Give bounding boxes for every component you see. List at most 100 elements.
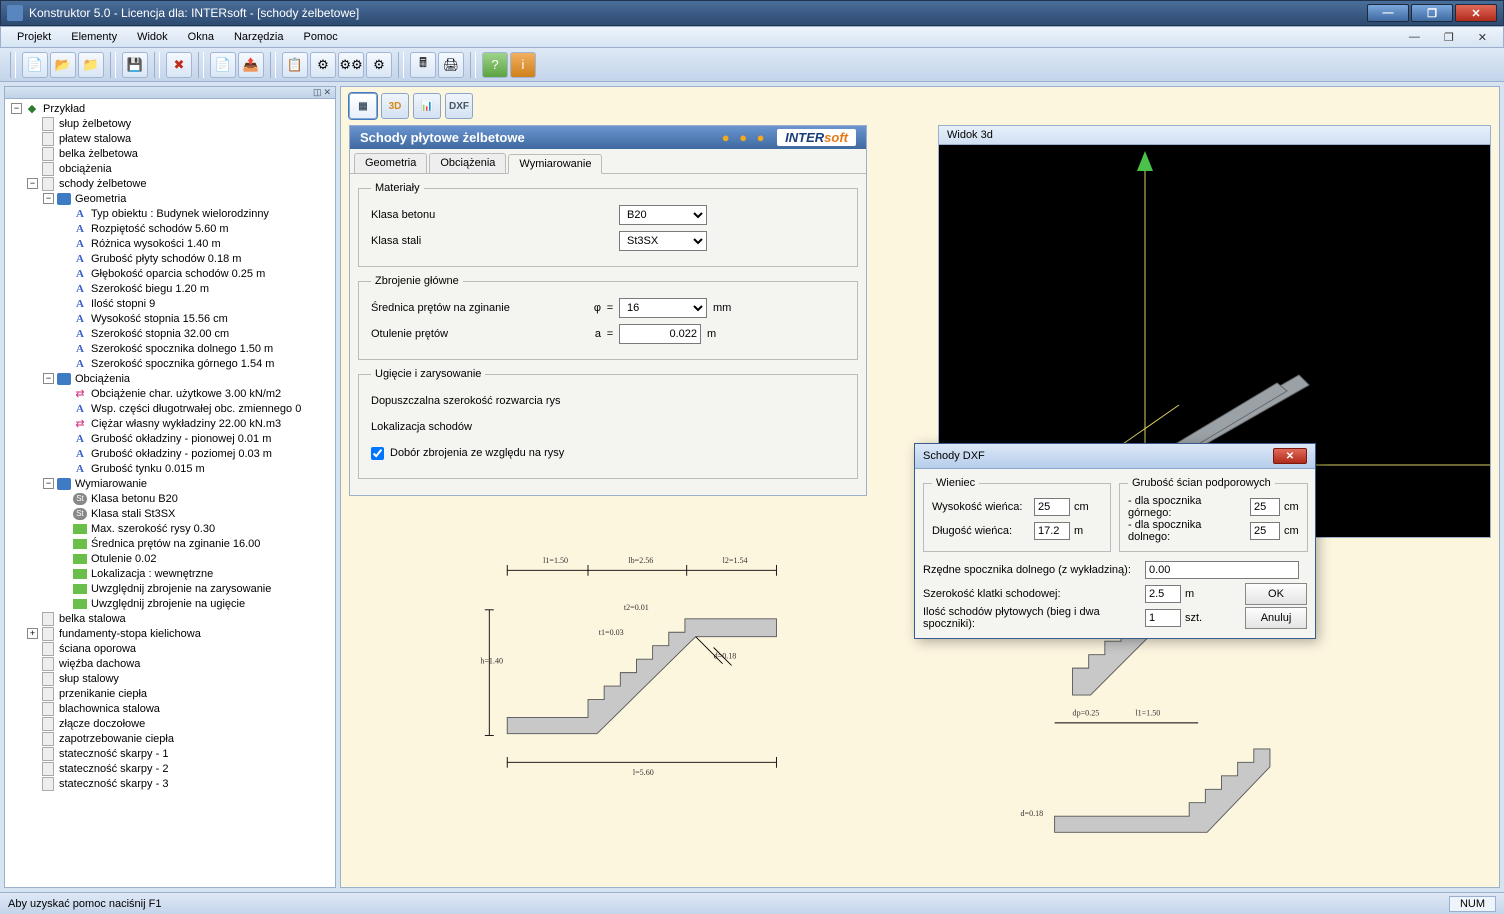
gear-icon-3[interactable]: ⚙ [366, 52, 392, 78]
tree-node[interactable]: słup stalowy [7, 671, 333, 686]
tab-obciazenia[interactable]: Obciążenia [429, 153, 506, 173]
pin-icon[interactable]: ◫ [313, 87, 322, 98]
tree-node[interactable]: Uwzględnij zbrojenie na zarysowanie [7, 581, 333, 596]
unit-mm: mm [713, 302, 731, 314]
copy-icon[interactable]: 📋 [282, 52, 308, 78]
tree-node[interactable]: ⇄Obciążenie char. użytkowe 3.00 kN/m2 [7, 386, 333, 401]
tree-node[interactable]: AIlość stopni 9 [7, 296, 333, 311]
tree-node[interactable]: ⇄Ciężar własny wykładziny 22.00 kN.m3 [7, 416, 333, 431]
menu-projekt[interactable]: Projekt [9, 29, 59, 45]
tree-node[interactable]: ATyp obiektu : Budynek wielorodzinny [7, 206, 333, 221]
tree-node[interactable]: −◆Przykład [7, 101, 333, 116]
tree-node[interactable]: ASzerokość biegu 1.20 m [7, 281, 333, 296]
tree-node[interactable]: AGłębokość oparcia schodów 0.25 m [7, 266, 333, 281]
save-icon[interactable]: 💾 [122, 52, 148, 78]
maximize-button[interactable]: ❐ [1411, 4, 1453, 22]
input-szer-klatki[interactable] [1145, 585, 1181, 603]
checkbox-dobor-zbrojenia[interactable] [371, 447, 384, 460]
select-klasa-stali[interactable]: St3SX [619, 231, 707, 251]
calculator-icon[interactable]: 🖩 [410, 52, 436, 78]
dialog-close-button[interactable]: ✕ [1273, 448, 1307, 464]
tree-node[interactable]: płatew stalowa [7, 131, 333, 146]
tree-node[interactable]: belka stalowa [7, 611, 333, 626]
tree-node[interactable]: −schody żelbetowe [7, 176, 333, 191]
tree-node[interactable]: +fundamenty-stopa kielichowa [7, 626, 333, 641]
open-folder-icon[interactable]: 📂 [50, 52, 76, 78]
input-rzedne[interactable] [1145, 561, 1299, 579]
tree-node[interactable]: blachownica stalowa [7, 701, 333, 716]
new-file-icon[interactable]: 📄 [22, 52, 48, 78]
menu-widok[interactable]: Widok [129, 29, 176, 45]
tree-node[interactable]: AGrubość okładziny - pionowej 0.01 m [7, 431, 333, 446]
print-icon[interactable]: 🖨 [438, 52, 464, 78]
tree-node[interactable]: Max. szerokość rysy 0.30 [7, 521, 333, 536]
menu-pomoc[interactable]: Pomoc [296, 29, 346, 45]
tree-node[interactable]: StKlasa stali St3SX [7, 506, 333, 521]
tree-node[interactable]: Otulenie 0.02 [7, 551, 333, 566]
select-srednica[interactable]: 16 [619, 298, 707, 318]
tree-node[interactable]: −Geometria [7, 191, 333, 206]
tree-node[interactable]: stateczność skarpy - 2 [7, 761, 333, 776]
tree-node[interactable]: obciążenia [7, 161, 333, 176]
mdi-close-icon[interactable]: ✕ [1470, 29, 1495, 46]
tree-node[interactable]: zapotrzebowanie ciepła [7, 731, 333, 746]
tree-node[interactable]: ARóżnica wysokości 1.40 m [7, 236, 333, 251]
tree-node[interactable]: AGrubość tynku 0.015 m [7, 461, 333, 476]
select-klasa-betonu[interactable]: B20 [619, 205, 707, 225]
label-gr-dolnego: - dla spocznika dolnego: [1128, 519, 1246, 543]
tab-form-view[interactable]: ▦ [349, 93, 377, 119]
tree-node[interactable]: ARozpiętość schodów 5.60 m [7, 221, 333, 236]
tree-node[interactable]: StKlasa betonu B20 [7, 491, 333, 506]
tree-node[interactable]: więźba dachowa [7, 656, 333, 671]
menu-okna[interactable]: Okna [180, 29, 222, 45]
close-button[interactable]: ✕ [1455, 4, 1497, 22]
tree-node[interactable]: ASzerokość stopnia 32.00 cm [7, 326, 333, 341]
tree-node[interactable]: AWysokość stopnia 15.56 cm [7, 311, 333, 326]
project-tree[interactable]: −◆Przykładsłup żelbetowypłatew stalowabe… [5, 99, 335, 887]
save-folder-icon[interactable]: 📁 [78, 52, 104, 78]
tab-wymiarowanie[interactable]: Wymiarowanie [508, 154, 602, 174]
input-ilosc-schodow[interactable] [1145, 609, 1181, 627]
input-gr-gornego[interactable] [1250, 498, 1280, 516]
tree-node[interactable]: −Wymiarowanie [7, 476, 333, 491]
input-gr-dolnego[interactable] [1250, 522, 1280, 540]
tree-node[interactable]: Lokalizacja : wewnętrzne [7, 566, 333, 581]
gears-icon[interactable]: ⚙⚙ [338, 52, 364, 78]
mdi-minimize-icon[interactable]: — [1401, 29, 1428, 46]
menu-elementy[interactable]: Elementy [63, 29, 125, 45]
gear-icon[interactable]: ⚙ [310, 52, 336, 78]
help-icon[interactable]: ? [482, 52, 508, 78]
minimize-button[interactable]: — [1367, 4, 1409, 22]
tree-node[interactable]: AGrubość okładziny - poziomej 0.03 m [7, 446, 333, 461]
tree-node[interactable]: ASzerokość spocznika dolnego 1.50 m [7, 341, 333, 356]
cancel-button[interactable]: Anuluj [1245, 607, 1307, 629]
input-wys-wienca[interactable] [1034, 498, 1070, 516]
info-icon[interactable]: i [510, 52, 536, 78]
input-otulenie[interactable] [619, 324, 701, 344]
mdi-restore-icon[interactable]: ❐ [1436, 29, 1462, 46]
tab-dxf-view[interactable]: DXF [445, 93, 473, 119]
tree-node[interactable]: stateczność skarpy - 3 [7, 776, 333, 791]
tree-node[interactable]: Uwzględnij zbrojenie na ugięcie [7, 596, 333, 611]
delete-icon[interactable]: ✖ [166, 52, 192, 78]
input-dl-wienca[interactable] [1034, 522, 1070, 540]
export-icon[interactable]: 📤 [238, 52, 264, 78]
close-panel-icon[interactable]: ✕ [323, 87, 331, 98]
tree-node[interactable]: −Obciążenia [7, 371, 333, 386]
tree-node[interactable]: Średnica prętów na zginanie 16.00 [7, 536, 333, 551]
menu-narzedzia[interactable]: Narzędzia [226, 29, 292, 45]
tab-geometria[interactable]: Geometria [354, 153, 427, 173]
tree-node[interactable]: AGrubość płyty schodów 0.18 m [7, 251, 333, 266]
ok-button[interactable]: OK [1245, 583, 1307, 605]
tree-node[interactable]: belka żelbetowa [7, 146, 333, 161]
tree-node[interactable]: złącze doczołowe [7, 716, 333, 731]
tree-node[interactable]: ściana oporowa [7, 641, 333, 656]
tree-node[interactable]: słup żelbetowy [7, 116, 333, 131]
tree-node[interactable]: stateczność skarpy - 1 [7, 746, 333, 761]
document-icon[interactable]: 📄 [210, 52, 236, 78]
tab-chart-view[interactable]: 📊 [413, 93, 441, 119]
tree-node[interactable]: ASzerokość spocznika górnego 1.54 m [7, 356, 333, 371]
tree-node[interactable]: przenikanie ciepła [7, 686, 333, 701]
tab-3d-view[interactable]: 3D [381, 93, 409, 119]
tree-node[interactable]: AWsp. części długotrwałej obc. zmiennego… [7, 401, 333, 416]
